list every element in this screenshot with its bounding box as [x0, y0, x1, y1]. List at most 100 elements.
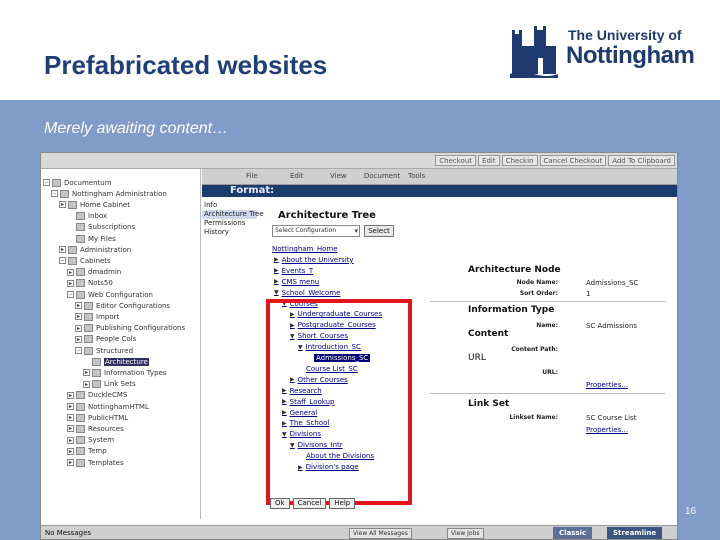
expand-toggle-icon[interactable]: ▸: [67, 425, 74, 433]
expand-toggle-icon[interactable]: ▸: [59, 246, 66, 254]
tree-item[interactable]: ▸ System: [67, 435, 114, 446]
side-tab[interactable]: Architecture Tree: [202, 210, 264, 219]
expand-toggle-icon[interactable]: ▸: [83, 380, 90, 388]
menu-item[interactable]: File: [246, 172, 258, 180]
expand-toggle-icon[interactable]: –: [51, 190, 58, 198]
expand-toggle-icon[interactable]: ▸: [67, 279, 74, 287]
folder-icon: [68, 200, 77, 209]
expand-toggle-icon[interactable]: ▸: [75, 302, 82, 310]
tree-item[interactable]: ▸ Import: [75, 311, 119, 322]
tree-item[interactable]: ▸ Link Sets: [83, 379, 136, 390]
help-button[interactable]: Help: [329, 498, 356, 509]
expand-toggle-icon[interactable]: –: [43, 179, 50, 186]
tree-item[interactable]: ▸ PublicHTML: [67, 412, 128, 423]
tree-item[interactable]: ▸ Editor Configurations: [75, 300, 170, 311]
tree-item[interactable]: ▸ Administration: [59, 244, 131, 255]
side-tab[interactable]: History: [202, 228, 257, 237]
tree-item[interactable]: Architecture: [83, 356, 149, 367]
architecture-node[interactable]: ▶ Events_T: [274, 266, 313, 276]
tree-item[interactable]: – Documentum: [43, 177, 112, 188]
expand-toggle-icon[interactable]: ▸: [67, 436, 74, 444]
content-properties-link[interactable]: Properties...: [586, 381, 628, 389]
expand-toggle-icon[interactable]: ▸: [67, 459, 74, 466]
configuration-select[interactable]: Select Configuration: [272, 225, 360, 237]
linkset-properties-link[interactable]: Properties...: [586, 426, 628, 434]
toolbar-button[interactable]: Checkout: [435, 155, 477, 166]
architecture-node[interactable]: ▶ CMS menu: [274, 277, 319, 287]
expand-toggle-icon[interactable]: ▸: [67, 391, 74, 399]
tree-item-label: Nots50: [88, 279, 113, 288]
expand-toggle-icon[interactable]: –: [75, 347, 82, 354]
tree-item[interactable]: ▸ Publishing Configurations: [75, 323, 185, 334]
tab-streamline[interactable]: Streamline: [607, 527, 663, 539]
folder-icon: [92, 357, 101, 366]
expand-toggle-icon[interactable]: ▸: [67, 403, 74, 410]
toolbar-button[interactable]: Cancel Checkout: [539, 155, 607, 166]
menu-item[interactable]: Edit: [290, 172, 304, 180]
tree-item[interactable]: ▸ Temp: [67, 446, 107, 457]
menu-item[interactable]: Tools: [408, 172, 425, 180]
expand-toggle-icon[interactable]: ▸: [83, 369, 90, 377]
tree-item[interactable]: – Structured: [75, 345, 133, 356]
tree-item[interactable]: Inbox: [67, 211, 107, 222]
expand-toggle-icon[interactable]: ▸: [75, 335, 82, 343]
cancel-button[interactable]: Cancel: [292, 498, 327, 509]
tree-item[interactable]: – Web Configuration: [67, 289, 153, 300]
tree-item[interactable]: ▸ dmadmin: [67, 267, 121, 278]
expand-arrow-icon[interactable]: ▶: [274, 256, 279, 263]
side-tabs: Info Architecture Tree Permissions History: [202, 201, 264, 237]
expand-toggle-icon[interactable]: ▸: [67, 447, 74, 455]
expand-toggle-icon[interactable]: ▸: [75, 324, 82, 332]
side-tab[interactable]: Info: [202, 201, 257, 210]
ok-button[interactable]: Ok: [270, 498, 290, 509]
expand-toggle-icon[interactable]: ▸: [59, 201, 66, 209]
toolbar-button[interactable]: Checkin: [501, 155, 538, 166]
tree-item[interactable]: ▸ NottinghamHTML: [67, 401, 149, 412]
expand-arrow-icon[interactable]: ▶: [274, 278, 279, 285]
folder-icon: [92, 368, 101, 377]
menu-item[interactable]: View: [330, 172, 347, 180]
tree-item[interactable]: ▸ Home Cabinet: [59, 199, 130, 210]
architecture-node-label: School_Welcome: [281, 288, 341, 297]
toolbar-button[interactable]: Edit: [478, 155, 500, 166]
menu-item[interactable]: Document: [364, 172, 400, 180]
architecture-node[interactable]: Nottingham_Home: [272, 244, 338, 254]
tree-item-label: Resources: [88, 424, 124, 433]
tab-classic[interactable]: Classic: [553, 527, 593, 539]
folder-icon: [76, 279, 85, 288]
tree-item[interactable]: ▸ People Cols: [75, 334, 136, 345]
select-button[interactable]: Select: [364, 225, 394, 237]
linkset-name-value: SC Course List: [586, 414, 637, 422]
tree-item[interactable]: My Files: [67, 233, 116, 244]
tree-item[interactable]: – Nottingham Administration: [51, 188, 167, 199]
view-messages-button[interactable]: View All Messages: [349, 528, 412, 539]
architecture-node[interactable]: ▼ School_Welcome: [274, 288, 340, 298]
architecture-panel: Info Architecture Tree Permissions History …: [202, 197, 677, 519]
tree-item[interactable]: Subscriptions: [67, 222, 135, 233]
tree-item[interactable]: ▸ Resources: [67, 423, 124, 434]
expand-arrow-icon[interactable]: ▼: [274, 289, 279, 296]
expand-toggle-icon[interactable]: ▸: [67, 414, 74, 422]
sort-order-value: 1: [586, 290, 591, 298]
tree-item-label: dmadmin: [88, 268, 122, 277]
architecture-node[interactable]: ▶ About the University: [274, 255, 354, 265]
tree-item[interactable]: ▸ Information Types: [83, 367, 166, 378]
tree-item[interactable]: ▸ Nots50: [67, 278, 113, 289]
tree-item-label: Temp: [88, 447, 107, 456]
architecture-node-label: Nottingham_Home: [272, 245, 338, 253]
expand-arrow-icon[interactable]: ▶: [274, 267, 279, 274]
expand-toggle-icon[interactable]: –: [67, 291, 74, 298]
expand-toggle-icon[interactable]: ▸: [75, 313, 82, 321]
tree-item[interactable]: ▸ Templates: [67, 457, 124, 468]
side-tab[interactable]: Permissions: [202, 219, 257, 228]
linkset-name-label: Linkset Name:: [509, 414, 558, 421]
expand-toggle-icon[interactable]: –: [59, 257, 66, 265]
expand-toggle-icon[interactable]: ▸: [67, 268, 74, 276]
tree-item[interactable]: – Cabinets: [59, 255, 111, 266]
tree-item-label: System: [88, 436, 115, 445]
view-jobs-button[interactable]: View Jobs: [447, 528, 484, 539]
tree-item-label: Nottingham Administration: [72, 189, 167, 198]
node-heading: Architecture Node: [468, 265, 561, 275]
toolbar-button[interactable]: Add To Clipboard: [608, 155, 675, 166]
tree-item[interactable]: ▸ DuckleCMS: [67, 390, 127, 401]
